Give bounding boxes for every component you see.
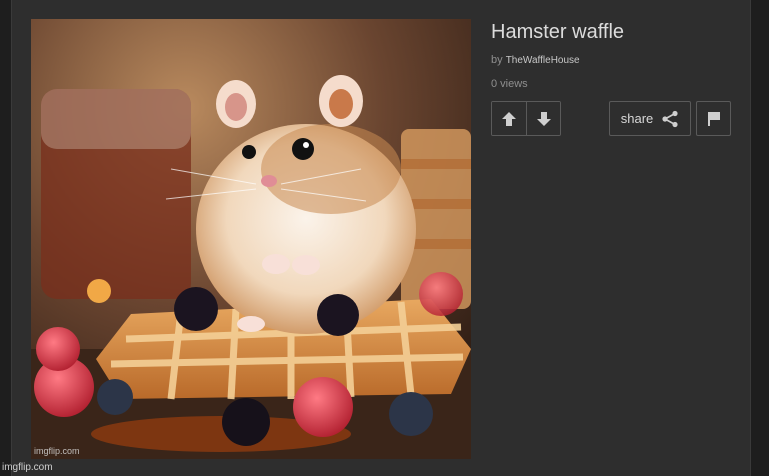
post-title: Hamster waffle <box>491 21 625 43</box>
arrow-up-icon <box>502 111 516 126</box>
share-button[interactable]: share <box>609 101 691 136</box>
hamster-waffle-image <box>31 19 471 459</box>
byline: by TheWaffleHouse <box>491 54 580 66</box>
view-count: 0 views <box>491 78 528 90</box>
flag-button[interactable] <box>696 101 731 136</box>
image-watermark: imgflip.com <box>34 446 80 456</box>
vote-buttons <box>491 101 561 136</box>
upvote-button[interactable] <box>492 102 526 135</box>
by-label: by <box>491 54 503 66</box>
flag-icon <box>707 111 720 126</box>
downvote-button[interactable] <box>526 102 560 135</box>
share-label: share <box>620 111 654 126</box>
share-icon <box>662 110 678 127</box>
arrow-down-icon <box>536 111 551 126</box>
author-link[interactable]: TheWaffleHouse <box>506 55 580 66</box>
meme-image[interactable] <box>31 19 471 459</box>
page-watermark: imgflip.com <box>2 462 53 473</box>
